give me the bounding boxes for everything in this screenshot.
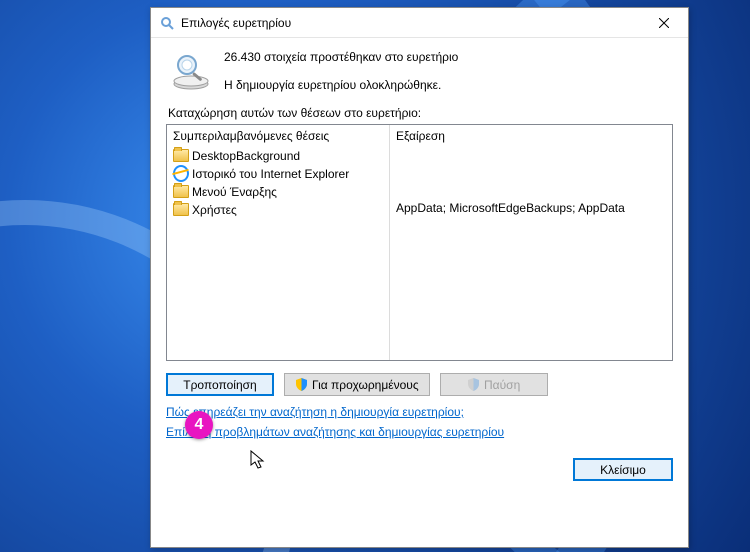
close-icon xyxy=(659,18,669,28)
titlebar[interactable]: Επιλογές ευρετηρίου xyxy=(151,8,688,38)
list-item[interactable]: Ιστορικό του Internet Explorer xyxy=(173,165,383,182)
pause-button: Παύση xyxy=(440,373,548,396)
index-count-text: 26.430 στοιχεία προστέθηκαν στο ευρετήρι… xyxy=(224,50,458,64)
folder-icon xyxy=(173,185,189,199)
list-item-label: Ιστορικό του Internet Explorer xyxy=(192,167,349,181)
folder-icon xyxy=(173,203,189,217)
column-header-excluded[interactable]: Εξαίρεση xyxy=(396,129,666,143)
close-button-label: Κλείσιμο xyxy=(600,463,646,477)
mouse-cursor-icon xyxy=(250,450,268,472)
column-header-included[interactable]: Συμπεριλαμβανόμενες θέσεις xyxy=(173,129,383,143)
exclude-cell: AppData; MicrosoftEdgeBackups; AppData xyxy=(396,201,666,218)
list-item[interactable]: Χρήστες xyxy=(173,201,383,218)
pause-button-label: Παύση xyxy=(484,378,520,392)
shield-icon xyxy=(295,378,308,391)
step-callout-4: 4 xyxy=(185,411,213,439)
modify-button-label: Τροποποίηση xyxy=(183,378,256,392)
status-header: 26.430 στοιχεία προστέθηκαν στο ευρετήρι… xyxy=(166,48,673,92)
desktop-background: Επιλογές ευρετηρίου 26.430 στοιχεία xyxy=(0,0,750,552)
list-item-label: Χρήστες xyxy=(192,203,237,217)
modify-button[interactable]: Τροποποίηση xyxy=(166,373,274,396)
list-item[interactable]: DesktopBackground xyxy=(173,147,383,164)
advanced-button-label: Για προχωρημένους xyxy=(312,378,419,392)
list-item-label: DesktopBackground xyxy=(192,149,300,163)
step-number: 4 xyxy=(195,416,204,434)
magnifier-drive-icon xyxy=(170,50,212,92)
window-title: Επιλογές ευρετηρίου xyxy=(181,16,641,30)
shield-icon xyxy=(467,378,480,391)
locations-listview[interactable]: Συμπεριλαμβανόμενες θέσεις DesktopBackgr… xyxy=(166,124,673,361)
index-status-text: Η δημιουργία ευρετηρίου ολοκληρώθηκε. xyxy=(224,78,458,92)
exclude-cell xyxy=(396,183,666,200)
list-item-label: Μενού Έναρξης xyxy=(192,185,277,199)
indexing-options-dialog: Επιλογές ευρετηρίου 26.430 στοιχεία xyxy=(150,7,689,548)
troubleshoot-link[interactable]: Επίλυση προβλημάτων αναζήτησης και δημιο… xyxy=(166,425,504,439)
window-close-button[interactable] xyxy=(641,8,686,37)
list-item[interactable]: Μενού Έναρξης xyxy=(173,183,383,200)
close-button[interactable]: Κλείσιμο xyxy=(573,458,673,481)
locations-label: Καταχώρηση αυτών των θέσεων στο ευρετήρι… xyxy=(168,106,673,120)
app-icon xyxy=(159,15,175,31)
exclude-cell xyxy=(396,147,666,164)
advanced-button[interactable]: Για προχωρημένους xyxy=(284,373,430,396)
exclude-cell xyxy=(396,165,666,182)
ie-icon xyxy=(173,167,189,181)
folder-icon xyxy=(173,149,189,163)
